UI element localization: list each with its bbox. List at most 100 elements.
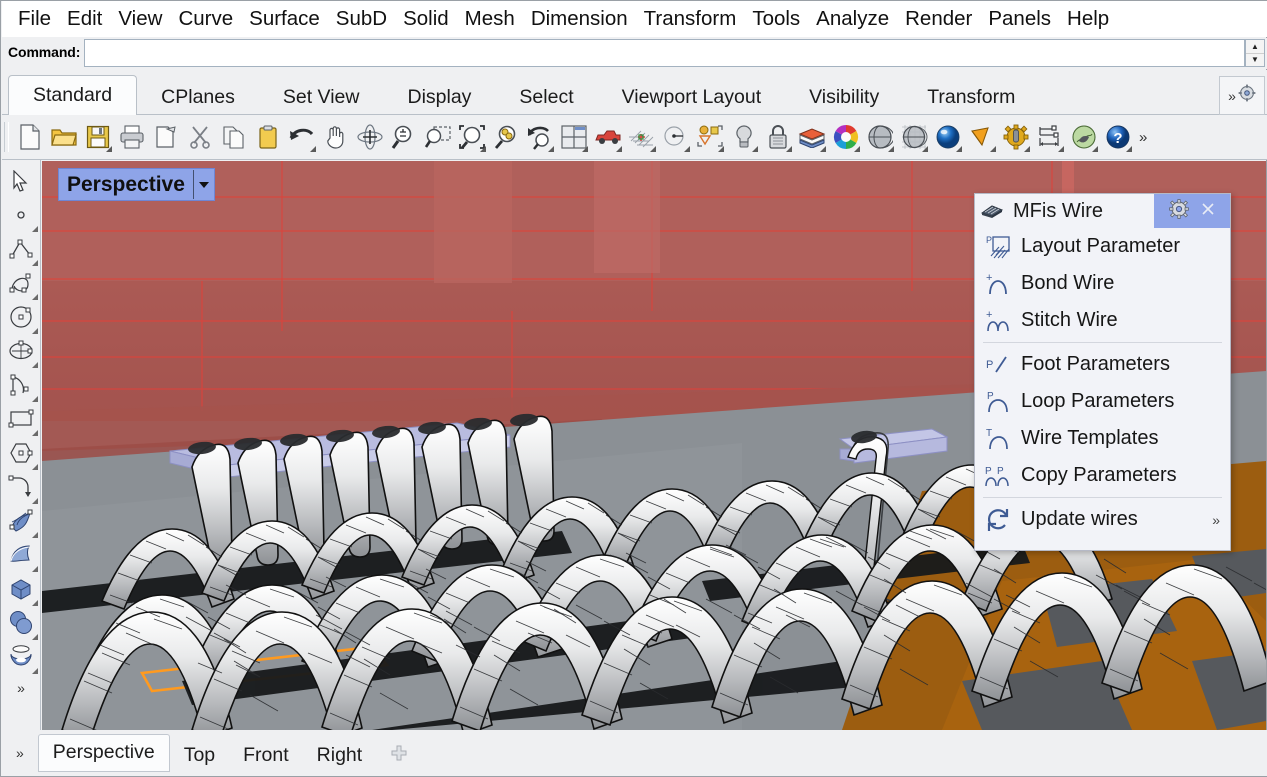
command-input-wrapper[interactable] (84, 39, 1245, 67)
curve-interpolate-icon[interactable] (4, 266, 38, 300)
menu-help[interactable]: Help (1059, 4, 1117, 34)
camera-cone-icon[interactable] (967, 121, 997, 153)
new-file-icon[interactable] (15, 121, 45, 153)
zoom-dynamic-icon[interactable] (389, 121, 419, 153)
tab-viewport-layout[interactable]: Viewport Layout (598, 78, 785, 116)
close-icon[interactable] (1201, 202, 1215, 221)
boolean-union-icon[interactable] (4, 606, 38, 640)
menu-tools[interactable]: Tools (744, 4, 808, 34)
cplane-grid-icon[interactable] (627, 121, 657, 153)
help-question-icon[interactable]: ? (1103, 121, 1133, 153)
menu-surface[interactable]: Surface (241, 4, 328, 34)
zoom-extents-icon[interactable] (457, 121, 487, 153)
gear-icon[interactable] (1169, 199, 1189, 224)
box-icon[interactable] (4, 572, 38, 606)
gear-options-icon[interactable] (1001, 121, 1031, 153)
viewport-tab-front[interactable]: Front (229, 738, 303, 772)
viewport-tab-perspective[interactable]: Perspective (38, 734, 170, 772)
mfis-wire-panel-header[interactable]: MFis Wire (975, 194, 1230, 228)
menu-item-bond-wire[interactable]: + Bond Wire (975, 265, 1230, 302)
tab-set-view[interactable]: Set View (259, 78, 384, 116)
menu-solid[interactable]: Solid (395, 4, 457, 34)
gear-icon[interactable] (1238, 84, 1256, 107)
sidebar-overflow-button[interactable]: » (17, 680, 25, 696)
zoom-window-icon[interactable] (423, 121, 453, 153)
menu-transform[interactable]: Transform (636, 4, 745, 34)
copy-to-clipboard-icon[interactable] (151, 121, 181, 153)
menu-panels[interactable]: Panels (980, 4, 1059, 34)
command-history-spinner[interactable]: ▲ ▼ (1245, 39, 1265, 67)
menu-curve[interactable]: Curve (170, 4, 241, 34)
open-folder-icon[interactable] (49, 121, 79, 153)
revolve-icon[interactable] (4, 640, 38, 674)
viewport-layout-icon[interactable] (559, 121, 589, 153)
menu-mesh[interactable]: Mesh (457, 4, 523, 34)
osnap-circle-icon[interactable] (661, 121, 691, 153)
spinner-down-arrow[interactable]: ▼ (1246, 54, 1264, 67)
ghosted-sphere-icon[interactable] (899, 121, 929, 153)
toolbar-overflow-button[interactable]: » (1139, 129, 1147, 146)
rotate-view-icon[interactable] (355, 121, 385, 153)
rectangle-icon[interactable] (4, 402, 38, 436)
tab-visibility[interactable]: Visibility (785, 78, 903, 116)
tab-select[interactable]: Select (495, 78, 597, 116)
mfis-wire-panel[interactable]: MFis Wire (974, 193, 1231, 551)
copy-pages-icon[interactable] (219, 121, 249, 153)
paste-clipboard-icon[interactable] (253, 121, 283, 153)
shaded-sphere-icon[interactable] (865, 121, 895, 153)
menu-file[interactable]: File (10, 4, 59, 34)
viewport-tab-top[interactable]: Top (170, 738, 229, 772)
light-bulb-icon[interactable] (729, 121, 759, 153)
tab-standard[interactable]: Standard (8, 75, 137, 116)
save-icon[interactable] (83, 121, 113, 153)
extrude-surface-icon[interactable] (4, 538, 38, 572)
dimension-icon[interactable] (1035, 121, 1065, 153)
viewport-tab-right[interactable]: Right (303, 738, 377, 772)
menu-item-layout-parameter[interactable]: P Layout Parameter (975, 228, 1230, 265)
menu-item-foot-parameters[interactable]: P Foot Parameters (975, 346, 1230, 383)
polygon-icon[interactable] (4, 436, 38, 470)
lock-icon[interactable] (763, 121, 793, 153)
menu-item-stitch-wire[interactable]: + Stitch Wire (975, 302, 1230, 339)
add-viewport-icon[interactable] (390, 744, 408, 762)
tab-overflow-button[interactable]: » (1219, 76, 1265, 115)
circle-icon[interactable] (4, 300, 38, 334)
menu-edit[interactable]: Edit (59, 4, 110, 34)
undo-arrow-icon[interactable] (287, 121, 317, 153)
rendered-sphere-icon[interactable] (933, 121, 963, 153)
tab-display[interactable]: Display (383, 78, 495, 116)
viewport-title-button[interactable]: Perspective (58, 168, 215, 201)
select-objects-icon[interactable] (695, 121, 725, 153)
cut-scissors-icon[interactable] (185, 121, 215, 153)
tab-transform[interactable]: Transform (903, 78, 1039, 116)
menu-dimension[interactable]: Dimension (523, 4, 636, 34)
menu-subd[interactable]: SubD (328, 4, 395, 34)
command-input[interactable] (85, 40, 1244, 66)
menu-item-loop-parameters[interactable]: P Loop Parameters (975, 383, 1230, 420)
menu-view[interactable]: View (110, 4, 170, 34)
pan-hand-icon[interactable] (321, 121, 351, 153)
viewport-tab-overflow-button[interactable]: » (8, 745, 38, 761)
select-arrow-icon[interactable] (4, 164, 38, 198)
undo-view-change-icon[interactable] (525, 121, 555, 153)
spinner-up-arrow[interactable]: ▲ (1246, 40, 1264, 54)
submenu-chevron-icon[interactable]: » (1212, 512, 1220, 528)
layers-icon[interactable] (797, 121, 827, 153)
chevron-down-icon[interactable] (193, 170, 214, 199)
point-icon[interactable] (4, 198, 38, 232)
surface-from-curves-icon[interactable] (4, 504, 38, 538)
menu-item-update-wires[interactable]: Update wires » (975, 501, 1230, 538)
ellipse-icon[interactable] (4, 334, 38, 368)
menu-item-copy-parameters[interactable]: P P Copy Parameters (975, 457, 1230, 494)
earth-globe-icon[interactable] (1069, 121, 1099, 153)
zoom-selected-icon[interactable] (491, 121, 521, 153)
print-icon[interactable] (117, 121, 147, 153)
menu-render[interactable]: Render (897, 4, 980, 34)
menu-item-wire-templates[interactable]: T Wire Templates (975, 420, 1230, 457)
render-car-icon[interactable] (593, 121, 623, 153)
fillet-curve-icon[interactable] (4, 470, 38, 504)
polyline-icon[interactable] (4, 232, 38, 266)
color-wheel-icon[interactable] (831, 121, 861, 153)
arc-icon[interactable] (4, 368, 38, 402)
tab-cplanes[interactable]: CPlanes (137, 78, 259, 116)
